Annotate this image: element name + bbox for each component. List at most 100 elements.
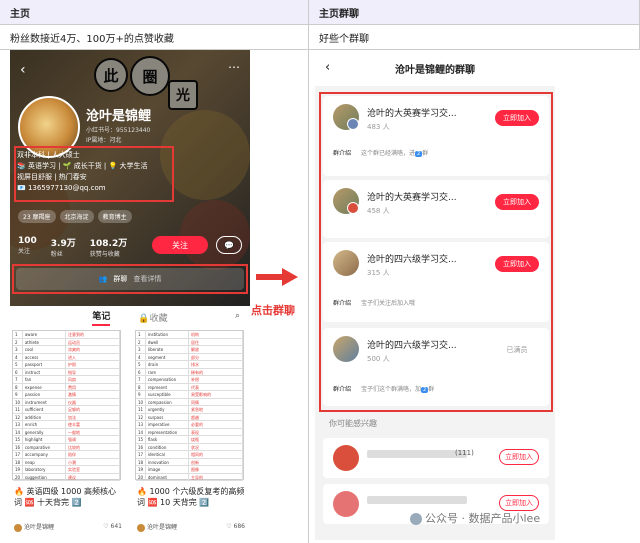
word-cell: 11 <box>13 406 23 413</box>
word-cell: urgently <box>146 406 190 413</box>
group-avatar <box>333 336 359 362</box>
word-cell: comparative <box>23 443 67 450</box>
word-row: 9 passion 激情 <box>13 391 120 399</box>
word-cell: represent <box>146 383 190 390</box>
col2-header: 主页群聊 <box>309 0 640 25</box>
bio-line: 视屏目舒服 | 热门春安 <box>17 173 87 181</box>
back-arrow-icon[interactable]: ‹ <box>325 60 330 75</box>
group-count: 458 人 <box>367 207 390 215</box>
word-cell: 表现 <box>189 428 243 435</box>
join-button[interactable]: 立即加入 <box>499 449 539 465</box>
group-card[interactable]: 沧叶的四六级学习交... 500 人 已满员 群介绍 宝子们这个群满咯，加 2 群 <box>323 328 549 406</box>
search-icon[interactable]: ⌕ <box>235 311 240 321</box>
word-cell: 足够的 <box>66 406 120 413</box>
word-cell: susceptible <box>146 391 190 398</box>
word-cell: cool <box>23 346 67 353</box>
word-cell: 费用 <box>66 383 120 390</box>
word-row: 2 athlete 运动员 <box>13 338 120 346</box>
suggested-group-card[interactable]: (111) 立即加入 <box>323 438 549 478</box>
chat-bubble-icon[interactable]: 💬 <box>216 236 242 254</box>
heart-icon: ♡ <box>103 523 109 531</box>
group-name: 沧叶的大英赛学习交... <box>367 193 457 203</box>
word-row: 14 representation 表现 <box>136 428 243 436</box>
word-cell: 6 <box>136 368 146 375</box>
word-cell: highlight <box>23 436 67 443</box>
word-cell: 17 <box>136 451 146 458</box>
tab-notes[interactable]: 笔记 <box>92 309 111 326</box>
word-cell: liberate <box>146 346 190 353</box>
word-cell: 实验室 <box>66 466 120 473</box>
word-cell: 部分 <box>189 353 243 360</box>
bio-line: 📧 1365977130@qq.com <box>17 184 106 192</box>
word-cell: 7 <box>13 376 23 383</box>
join-button[interactable]: 立即加入 <box>495 194 539 210</box>
stat-number: 100 <box>18 236 37 246</box>
tab-collect[interactable]: 🔒收藏 <box>138 311 167 324</box>
note-author: 沧叶是锦鲤 <box>14 522 54 532</box>
watermark-text: 公众号 · 数据产品小lee <box>425 512 541 525</box>
word-row: 4 segment 部分 <box>136 353 243 361</box>
word-cell: identical <box>146 451 190 458</box>
group-avatar <box>333 250 359 276</box>
note-card[interactable]: 1 institution 机构 2 dwell 居住 3 liberate 解放 4 segmen… <box>133 330 246 540</box>
follow-button[interactable]: 关注 <box>152 236 208 254</box>
word-row: 12 surpass 超越 <box>136 413 243 421</box>
note-likes[interactable]: ♡ 686 <box>226 523 245 530</box>
word-row: 9 susceptible 易受影响的 <box>136 391 243 399</box>
group-label: 群聊 <box>113 275 128 283</box>
word-cell: 运动员 <box>66 338 120 345</box>
stat-likes[interactable]: 108.2万 获赞与收藏 <box>90 236 127 258</box>
word-cell: athlete <box>23 338 67 345</box>
word-cell: generally <box>23 428 67 435</box>
group-page-title: 沧叶是锦鲤的群聊 <box>395 64 475 76</box>
word-cell: 护照 <box>66 361 120 368</box>
word-row: 19 image 图像 <box>136 466 243 474</box>
note-card[interactable]: 1 aware 注意到的 2 athlete 运动员 3 cool 凉爽的 4 access 进入 5 p… <box>10 330 123 540</box>
word-cell: 小潮 <box>66 458 120 465</box>
word-cell: innovation <box>146 458 190 465</box>
join-button[interactable]: 立即加入 <box>495 256 539 272</box>
word-cell: 风扇 <box>66 376 120 383</box>
word-cell: 创新 <box>189 458 243 465</box>
word-cell: 烧瓶 <box>189 436 243 443</box>
word-row: 20 suggestion 建议 <box>13 473 120 481</box>
group-card[interactable]: 沧叶的大英赛学习交... 483 人 立即加入 群介绍 这个群已经满咯，进 2 群 <box>323 96 549 176</box>
word-cell: enrich <box>23 421 67 428</box>
more-icon[interactable]: ⋯ <box>228 60 240 74</box>
word-cell: representation <box>146 428 190 435</box>
group-card[interactable]: 沧叶的大英赛学习交... 458 人 立即加入 <box>323 180 549 238</box>
stat-followers[interactable]: 3.9万 粉丝 <box>51 236 76 258</box>
word-row: 18 neap 小潮 <box>13 458 120 466</box>
group-avatar-small <box>347 118 359 130</box>
back-icon[interactable]: ‹ <box>20 62 26 78</box>
word-cell: 进入 <box>66 353 120 360</box>
word-cell: 建议 <box>66 473 120 480</box>
word-cell: neap <box>23 458 67 465</box>
join-button[interactable]: 立即加入 <box>495 110 539 126</box>
word-cell: 16 <box>136 443 146 450</box>
word-row: 16 condition 状况 <box>136 443 243 451</box>
group-avatar <box>333 491 359 517</box>
stat-following[interactable]: 100 关注 <box>18 236 37 258</box>
word-cell: 相同的 <box>189 451 243 458</box>
word-cell: 1 <box>13 331 23 338</box>
word-cell: 7 <box>136 376 146 383</box>
word-row: 4 access 进入 <box>13 353 120 361</box>
note-likes[interactable]: ♡ 641 <box>103 523 122 530</box>
word-cell: 注意到的 <box>66 331 120 338</box>
word-cell: 19 <box>136 466 146 473</box>
profile-screen: 此 圈 光 ‹ ⋯ 沧叶是锦鲤 小红书号：955123440 IP属地：河北 双… <box>10 50 250 540</box>
word-cell: surpass <box>146 413 190 420</box>
blurred-group-name <box>367 496 467 504</box>
watermark: 公众号 · 数据产品小lee <box>410 510 540 526</box>
word-row: 13 imperative 必要的 <box>136 421 243 429</box>
note-meta: 沧叶是锦鲤 ♡ 686 <box>137 522 245 532</box>
word-cell: suggestion <box>23 473 67 480</box>
group-card[interactable]: 沧叶的四六级学习交... 315 人 立即加入 群介绍 宝子们关注后加入哦 <box>323 242 549 322</box>
join-button[interactable]: 立即加入 <box>499 495 539 511</box>
word-row: 1 institution 机构 <box>136 331 243 339</box>
likes-count: 641 <box>110 523 122 531</box>
group-chat-bar[interactable]: 👥 群聊 查看详情 <box>16 268 244 290</box>
word-cell: imperative <box>146 421 190 428</box>
word-row: 11 urgently 紧急地 <box>136 406 243 414</box>
